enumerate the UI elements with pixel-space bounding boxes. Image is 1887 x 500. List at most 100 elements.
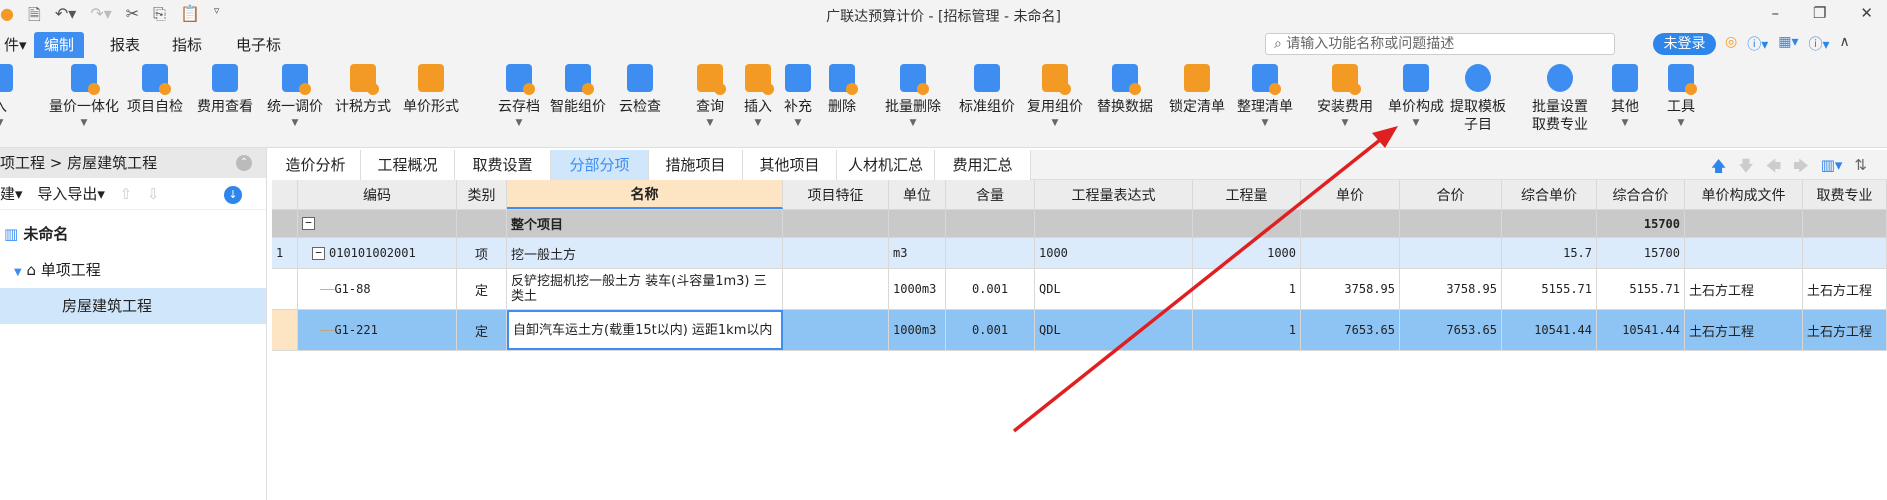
toolbar-button-4[interactable]: 统一调价 ▼	[262, 62, 328, 130]
cell-file[interactable]	[1685, 238, 1803, 268]
cell-name[interactable]: 自卸汽车运土方(载重15t以内) 运距1km以内	[507, 310, 783, 350]
collapse-icon[interactable]: ⌃	[236, 155, 252, 171]
arrow-down-icon[interactable]: 🡇	[1738, 156, 1753, 181]
move-up-icon[interactable]: ⇧	[120, 185, 133, 203]
toolbar-button-7[interactable]: 云存档 ▼	[488, 62, 550, 130]
dropdown-arrow-icon[interactable]: ▼	[778, 116, 818, 130]
cell-price[interactable]: 7653.65	[1301, 310, 1400, 350]
toolbar-button-17[interactable]: 替换数据	[1093, 62, 1157, 116]
cell-cprice[interactable]: 5155.71	[1502, 269, 1597, 309]
cell-price[interactable]	[1301, 210, 1400, 237]
menu-tab-e-bid[interactable]: 电子标	[226, 32, 291, 58]
arrow-up-icon[interactable]: 🡅	[1711, 156, 1726, 181]
tab-7[interactable]: 费用汇总	[935, 150, 1031, 180]
column-header[interactable]: 项目特征	[783, 180, 889, 209]
toolbar-button-0[interactable]: 入▼	[0, 62, 20, 130]
cell-cprice[interactable]	[1502, 210, 1597, 237]
cell-name[interactable]: 挖一般土方	[507, 238, 783, 268]
function-search-input[interactable]: ⌕ 请输入功能名称或问题描述	[1265, 33, 1615, 55]
toolbar-button-1[interactable]: 量价一体化 ▼	[48, 62, 120, 130]
menu-tab-report[interactable]: 报表	[100, 32, 150, 58]
cell-qty[interactable]: 1000	[1193, 238, 1301, 268]
toolbar-button-10[interactable]: 查询 ▼	[688, 62, 732, 130]
cell-expr[interactable]: QDL	[1035, 269, 1193, 309]
column-header[interactable]: 编码	[298, 180, 457, 209]
cell-feature[interactable]	[783, 269, 889, 309]
cell-total[interactable]: 3758.95	[1400, 269, 1502, 309]
new-button[interactable]: 建▾	[0, 185, 23, 203]
dropdown-arrow-icon[interactable]: ▼	[1310, 116, 1380, 130]
cell-spec[interactable]: 土石方工程	[1803, 269, 1887, 309]
cell-ctotal[interactable]: 15700	[1597, 238, 1685, 268]
cell-spec[interactable]: 土石方工程	[1803, 310, 1887, 350]
column-header[interactable]: 综合合价	[1597, 180, 1685, 209]
toolbar-button-5[interactable]: 计税方式	[330, 62, 396, 116]
dropdown-arrow-icon[interactable]: ▼	[262, 116, 328, 130]
cell-unit[interactable]: 1000m3	[889, 269, 946, 309]
cell-qty[interactable]: 1	[1193, 269, 1301, 309]
toolbar-button-20[interactable]: 安装费用 ▼	[1310, 62, 1380, 130]
cell-qty[interactable]: 1	[1193, 310, 1301, 350]
tree-item-building[interactable]: 房屋建筑工程	[0, 288, 266, 324]
column-header[interactable]: 合价	[1400, 180, 1502, 209]
cell-content[interactable]: 0.001	[946, 310, 1035, 350]
dropdown-arrow-icon[interactable]: ▼	[1233, 116, 1297, 130]
dropdown-arrow-icon[interactable]: ▼	[688, 116, 732, 130]
restore-button[interactable]: ❐	[1813, 4, 1826, 22]
toolbar-button-15[interactable]: 标准组价	[955, 62, 1019, 116]
column-header[interactable]: 单价构成文件	[1685, 180, 1803, 209]
toolbar-button-13[interactable]: 删除	[822, 62, 862, 116]
tree-item-project[interactable]: ▥ 未命名	[0, 216, 266, 252]
column-header[interactable]: 工程量表达式	[1035, 180, 1193, 209]
cell-total[interactable]	[1400, 210, 1502, 237]
cell-expr[interactable]	[1035, 210, 1193, 237]
tab-4[interactable]: 措施项目	[649, 150, 743, 180]
close-button[interactable]: ✕	[1860, 4, 1873, 22]
download-icon[interactable]: ↓	[224, 186, 242, 204]
apps-icon[interactable]: ▦▾	[1778, 34, 1798, 54]
toolbar-button-9[interactable]: 云检查	[612, 62, 668, 116]
cell-ctotal[interactable]: 15700	[1597, 210, 1685, 237]
collapse-toggle-icon[interactable]: −	[302, 217, 315, 230]
toolbar-button-24[interactable]: 其他 ▼	[1604, 62, 1646, 130]
column-header[interactable]: 综合单价	[1502, 180, 1597, 209]
dropdown-arrow-icon[interactable]: ▼	[882, 116, 944, 130]
cell-ctotal[interactable]: 5155.71	[1597, 269, 1685, 309]
dropdown-arrow-icon[interactable]: ▼	[0, 116, 20, 130]
cell-name[interactable]: 整个项目	[507, 210, 783, 237]
cell-unit[interactable]	[889, 210, 946, 237]
cell-qty[interactable]	[1193, 210, 1301, 237]
cell-file[interactable]: 土石方工程	[1685, 269, 1803, 309]
column-header[interactable]: 工程量	[1193, 180, 1301, 209]
cell-code[interactable]: —— G1-88	[298, 269, 457, 309]
cell-spec[interactable]	[1803, 238, 1887, 268]
column-header[interactable]: 单价	[1301, 180, 1400, 209]
cell-feature[interactable]	[783, 238, 889, 268]
table-row[interactable]: —— G1-221 定 自卸汽车运土方(载重15t以内) 运距1km以内 1000m3…	[272, 310, 1887, 351]
arrow-left-icon[interactable]: 🡄	[1766, 156, 1782, 181]
sort-icon[interactable]: ⇅	[1854, 156, 1867, 181]
cell-total[interactable]: 7653.65	[1400, 310, 1502, 350]
tab-2[interactable]: 取费设置	[455, 150, 551, 180]
toolbar-button-3[interactable]: 费用查看	[192, 62, 258, 116]
cell-cprice[interactable]: 15.7	[1502, 238, 1597, 268]
dropdown-arrow-icon[interactable]: ▼	[1660, 116, 1702, 130]
column-settings-icon[interactable]: ▥▾	[1821, 156, 1843, 181]
cell-cprice[interactable]: 10541.44	[1502, 310, 1597, 350]
help-icon[interactable]: ⓘ▾	[1747, 34, 1768, 54]
info-icon[interactable]: ⓘ▾	[1809, 34, 1830, 54]
toolbar-button-21[interactable]: 单价构成 ▼	[1384, 62, 1448, 130]
cell-content[interactable]	[946, 238, 1035, 268]
menu-tab-index[interactable]: 指标	[162, 32, 212, 58]
cell-expr[interactable]: 1000	[1035, 238, 1193, 268]
collapse-toggle-icon[interactable]: −	[312, 246, 325, 260]
cell-type[interactable]	[457, 210, 507, 237]
menu-file[interactable]: 件▾	[0, 32, 37, 58]
login-button[interactable]: 未登录	[1653, 33, 1716, 55]
tab-5[interactable]: 其他项目	[743, 150, 837, 180]
headset-icon[interactable]: ◎	[1725, 34, 1737, 54]
move-down-icon[interactable]: ⇩	[147, 185, 160, 203]
cell-content[interactable]	[946, 210, 1035, 237]
dropdown-arrow-icon[interactable]: ▼	[738, 116, 778, 130]
expand-arrow-icon[interactable]: ▼	[14, 267, 22, 278]
